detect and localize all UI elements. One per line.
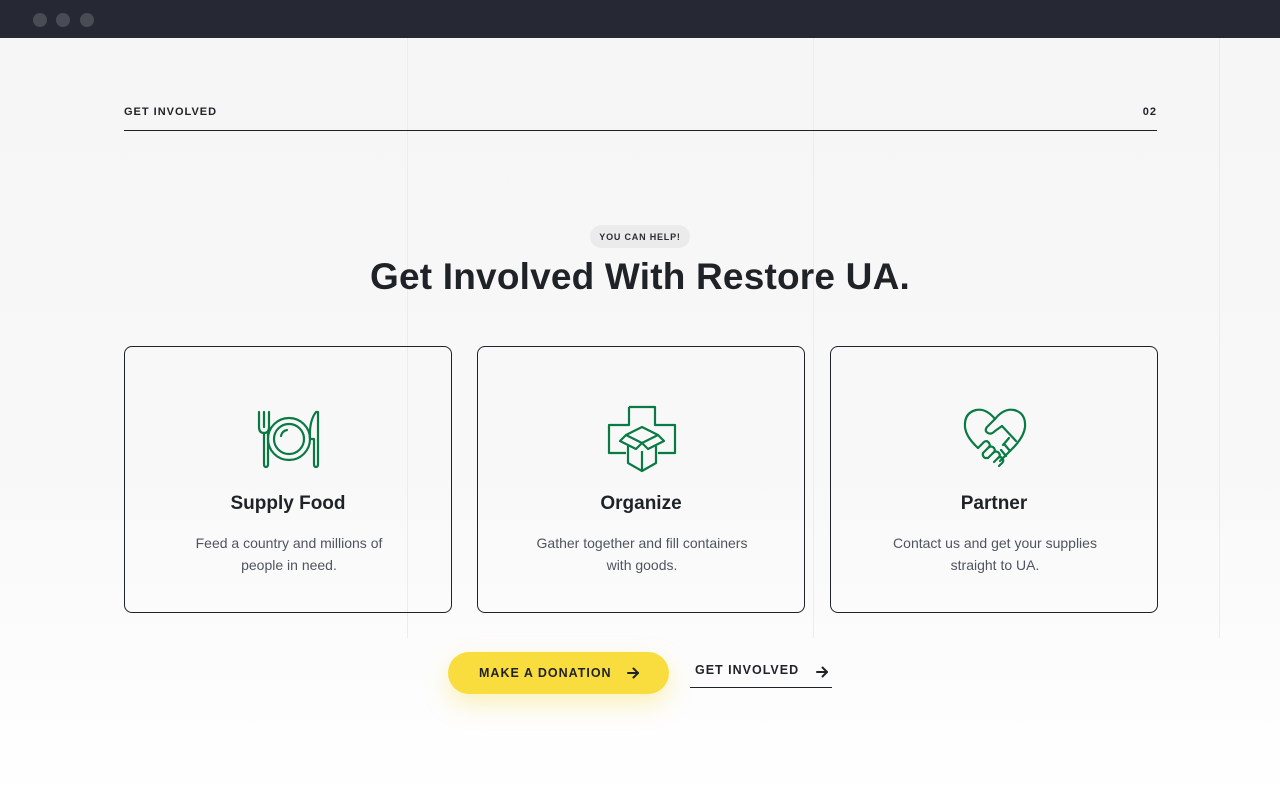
page-content: GET INVOLVED 02 YOU CAN HELP! Get Involv…: [0, 38, 1280, 803]
card-partner[interactable]: Partner Contact us and get your supplies…: [830, 346, 1158, 613]
card-title: Partner: [960, 493, 1028, 514]
arrow-right-icon: [815, 665, 829, 679]
medical-box-icon: [607, 405, 677, 475]
card-description: Feed a country and millions of people in…: [195, 535, 383, 573]
window-dot-close[interactable]: [33, 13, 47, 27]
card-supply-food[interactable]: Supply Food Feed a country and millions …: [124, 346, 452, 613]
arrow-right-icon: [626, 666, 640, 680]
window-dot-minimize[interactable]: [56, 13, 70, 27]
section-number: 02: [1142, 106, 1157, 118]
heart-handshake-icon: [960, 405, 1030, 475]
get-involved-link[interactable]: GET INVOLVED: [690, 663, 832, 688]
make-donation-button[interactable]: MAKE A DONATION: [448, 652, 669, 694]
get-involved-label: GET INVOLVED: [695, 663, 800, 677]
tag-pill: YOU CAN HELP!: [590, 225, 690, 248]
make-donation-label: MAKE A DONATION: [479, 666, 612, 680]
card-description: Gather together and fill containers with…: [536, 535, 748, 573]
section-header: GET INVOLVED 02: [124, 106, 1157, 131]
card-organize[interactable]: Organize Gather together and fill contai…: [477, 346, 805, 613]
window-dot-maximize[interactable]: [80, 13, 94, 27]
section-label: GET INVOLVED: [124, 106, 218, 118]
page-title: Get Involved With Restore UA.: [370, 256, 910, 297]
card-description: Contact us and get your supplies straigh…: [893, 535, 1097, 573]
browser-titlebar: [0, 0, 1280, 38]
card-title: Supply Food: [230, 493, 346, 514]
plate-cutlery-icon: [254, 405, 324, 475]
background-gridline: [1219, 38, 1220, 638]
card-title: Organize: [600, 493, 682, 514]
